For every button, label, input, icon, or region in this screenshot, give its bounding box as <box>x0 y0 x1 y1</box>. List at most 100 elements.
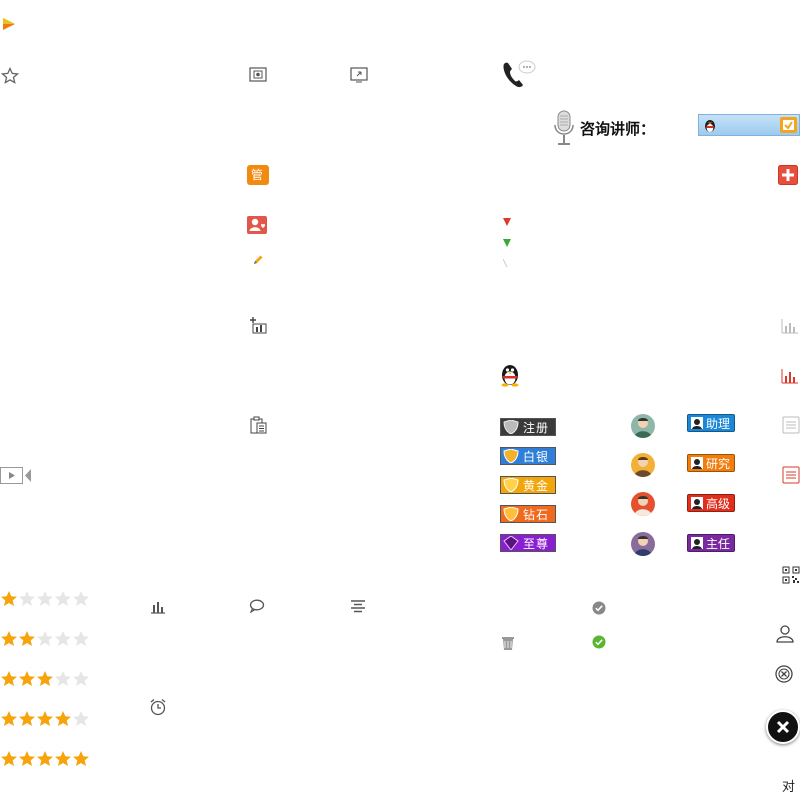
check-circle-grey-icon <box>592 601 606 615</box>
star-empty-icon[interactable] <box>36 630 54 648</box>
star-outline-icon[interactable] <box>1 67 19 85</box>
checkbox-icon[interactable] <box>780 117 797 133</box>
rank-badge-label: 研究 <box>706 457 731 471</box>
star-rating-row[interactable] <box>0 750 92 770</box>
screenshot-icon[interactable] <box>249 67 267 83</box>
qq-penguin-icon <box>705 120 715 132</box>
document-grey-icon[interactable] <box>782 416 800 434</box>
person-icon <box>691 417 703 429</box>
document-red-icon[interactable] <box>782 466 800 484</box>
qq-icon[interactable] <box>499 363 521 387</box>
star-filled-icon[interactable] <box>18 630 36 648</box>
phone-chat-icon[interactable] <box>500 58 536 90</box>
screen-share-icon[interactable] <box>350 67 368 83</box>
star-filled-icon[interactable] <box>18 750 36 768</box>
star-filled-icon[interactable] <box>0 590 18 608</box>
star-empty-icon[interactable] <box>54 670 72 688</box>
check-circle-green-icon <box>592 635 606 649</box>
member-badge-label: 至尊 <box>523 537 550 551</box>
star-empty-icon[interactable] <box>36 590 54 608</box>
avatar[interactable] <box>631 492 655 516</box>
member-badge-label: 黄金 <box>523 479 550 493</box>
video-icon[interactable] <box>0 466 32 486</box>
arrow-down-red-icon <box>503 218 511 226</box>
avatar[interactable] <box>631 532 655 556</box>
comment-icon[interactable] <box>249 599 265 613</box>
play-arrow-icon <box>3 18 15 30</box>
alarm-clock-icon[interactable] <box>149 698 167 716</box>
rank-badge-label: 助理 <box>706 417 731 431</box>
shield-icon <box>503 478 519 492</box>
rank-badge-label: 主任 <box>706 537 731 551</box>
close-circle-outline-icon[interactable] <box>775 665 793 683</box>
star-empty-icon[interactable] <box>72 590 90 608</box>
manage-badge-label: 管 <box>251 168 264 182</box>
rank-badge: 助理 <box>687 414 735 432</box>
avatar[interactable] <box>631 414 655 438</box>
qr-code-icon[interactable] <box>782 566 800 584</box>
member-badge-label: 钻石 <box>523 508 550 522</box>
star-rating-row[interactable] <box>0 710 92 730</box>
star-empty-icon[interactable] <box>72 670 90 688</box>
star-rating-row[interactable] <box>0 670 92 690</box>
gem-icon <box>503 536 519 550</box>
star-empty-icon[interactable] <box>54 630 72 648</box>
star-rating-row[interactable] <box>0 630 92 650</box>
consult-label: 咨询讲师： <box>580 120 656 138</box>
pencil-icon[interactable] <box>252 254 264 266</box>
star-filled-icon[interactable] <box>0 630 18 648</box>
member-badge-label: 注册 <box>523 421 550 435</box>
member-badge: 黄金 <box>500 476 556 494</box>
microphone-icon <box>554 110 574 145</box>
shield-icon <box>503 507 519 521</box>
user-love-icon[interactable] <box>247 216 267 234</box>
rank-badge: 高级 <box>687 494 735 512</box>
shield-icon <box>503 420 519 434</box>
person-icon <box>691 497 703 509</box>
bar-chart-icon[interactable] <box>150 599 166 615</box>
rank-badge: 研究 <box>687 454 735 472</box>
align-center-icon[interactable] <box>350 599 366 613</box>
footer-char: 对 <box>782 780 796 795</box>
star-filled-icon[interactable] <box>36 710 54 728</box>
rank-badge: 主任 <box>687 534 735 552</box>
star-empty-icon[interactable] <box>54 590 72 608</box>
member-badge: 注册 <box>500 418 556 436</box>
star-filled-icon[interactable] <box>72 750 90 768</box>
star-filled-icon[interactable] <box>0 710 18 728</box>
star-filled-icon[interactable] <box>18 710 36 728</box>
member-badge: 钻石 <box>500 505 556 523</box>
star-filled-icon[interactable] <box>54 750 72 768</box>
star-empty-icon[interactable] <box>18 590 36 608</box>
user-icon[interactable] <box>775 623 795 643</box>
star-filled-icon[interactable] <box>36 670 54 688</box>
close-button[interactable] <box>766 710 800 744</box>
add-box-icon[interactable] <box>778 165 798 185</box>
star-empty-icon[interactable] <box>72 630 90 648</box>
avatar[interactable] <box>631 453 655 477</box>
manage-badge[interactable]: 管 <box>247 165 269 185</box>
qq-consult-button[interactable] <box>698 114 800 136</box>
clipboard-icon[interactable] <box>249 416 267 434</box>
member-badge-label: 白银 <box>523 450 550 464</box>
star-rating-row[interactable] <box>0 590 92 610</box>
star-filled-icon[interactable] <box>36 750 54 768</box>
close-icon <box>776 720 790 734</box>
star-filled-icon[interactable] <box>54 710 72 728</box>
star-filled-icon[interactable] <box>0 670 18 688</box>
trash-icon[interactable] <box>500 635 516 651</box>
star-filled-icon[interactable] <box>18 670 36 688</box>
add-chart-icon[interactable] <box>249 316 267 334</box>
shield-icon <box>503 449 519 463</box>
star-empty-icon[interactable] <box>72 710 90 728</box>
bar-chart-red-icon[interactable] <box>781 368 799 384</box>
arrow-down-green-icon <box>503 239 511 247</box>
star-filled-icon[interactable] <box>0 750 18 768</box>
member-badge: 至尊 <box>500 534 556 552</box>
person-icon <box>691 457 703 469</box>
person-icon <box>691 537 703 549</box>
bar-chart-grey-icon[interactable] <box>781 318 799 334</box>
rank-badge-label: 高级 <box>706 497 731 511</box>
arrow-down-outline-icon <box>503 259 508 267</box>
member-badge: 白银 <box>500 447 556 465</box>
